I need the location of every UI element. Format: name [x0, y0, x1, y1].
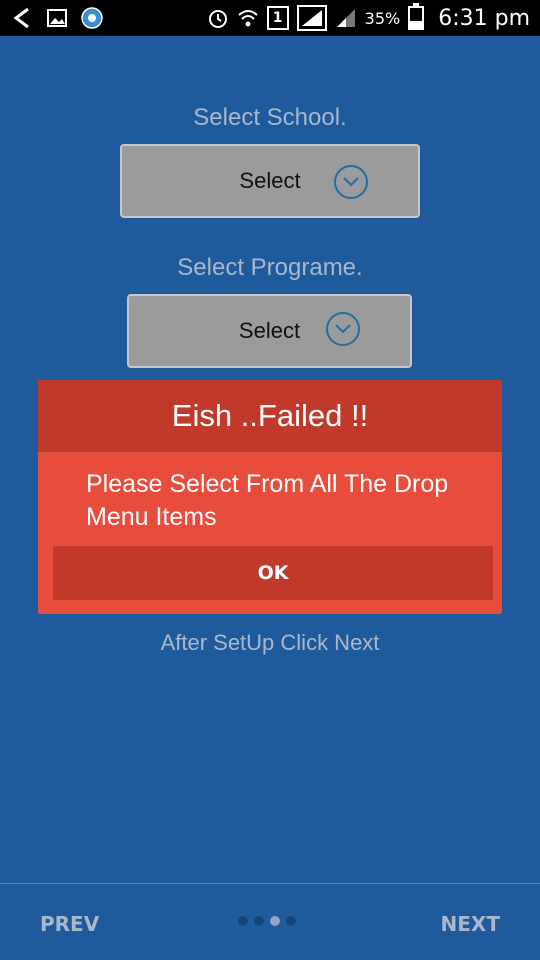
- prev-button[interactable]: PREV: [40, 912, 99, 936]
- chevron-down-icon: [334, 165, 368, 199]
- page-indicator: [238, 916, 296, 926]
- page-dot: [286, 916, 296, 926]
- school-dropdown-value: Select: [239, 168, 301, 193]
- battery-icon: [408, 3, 425, 30]
- alarm-icon: [207, 7, 229, 29]
- sim-slot-icon: 1: [266, 6, 289, 30]
- select-school-label: Select School.: [193, 104, 347, 131]
- next-button[interactable]: NEXT: [441, 912, 500, 936]
- setup-hint: After SetUp Click Next: [160, 630, 380, 655]
- page-dot: [254, 916, 264, 926]
- app-notification-icon: [80, 6, 104, 30]
- signal-icon: [296, 5, 327, 31]
- clock: 6:31 pm: [438, 5, 530, 31]
- footer-divider: [0, 883, 540, 884]
- dialog-message: Please Select From All The Drop Menu Ite…: [86, 470, 449, 531]
- wifi-icon: [237, 7, 259, 29]
- battery-fill: [410, 21, 423, 28]
- page-dot: [238, 916, 248, 926]
- battery-percent: 35%: [364, 8, 401, 28]
- school-dropdown[interactable]: Select: [120, 144, 420, 218]
- error-dialog: Eish ..Failed !! Please Select From All …: [38, 380, 502, 614]
- image-notification-icon: [46, 7, 68, 29]
- status-bar: 1 35% 6:31 pm: [0, 0, 540, 36]
- ok-button[interactable]: OK: [53, 546, 493, 600]
- programe-dropdown[interactable]: Select: [127, 294, 412, 368]
- dialog-title: Eish ..Failed !!: [38, 380, 502, 453]
- programe-dropdown-value: Select: [238, 318, 301, 343]
- signal-secondary-icon: [335, 7, 357, 29]
- select-programe-label: Select Programe.: [177, 254, 363, 281]
- back-arrow-icon[interactable]: [10, 6, 34, 30]
- chevron-down-icon: [326, 312, 360, 346]
- page-dot: [270, 916, 280, 926]
